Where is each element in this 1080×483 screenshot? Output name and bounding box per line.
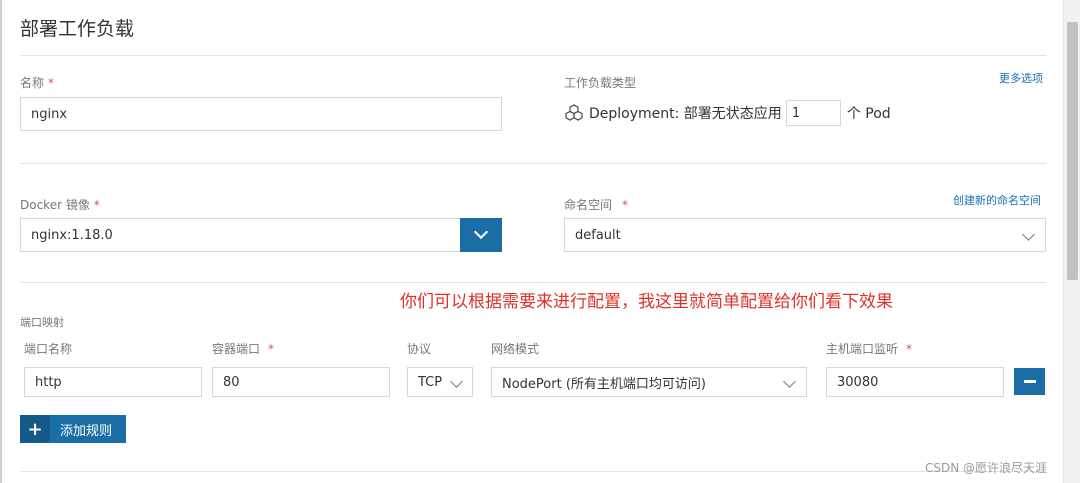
window-left-edge	[0, 0, 2, 483]
namespace-label: 命名空间 *	[564, 198, 629, 212]
network-mode-select[interactable]: NodePort (所有主机端口均可访问)	[491, 367, 807, 397]
port-name-value: http	[35, 374, 62, 390]
chevron-down-icon	[783, 375, 796, 388]
create-namespace-link[interactable]: 创建新的命名空间	[953, 192, 1041, 208]
divider	[20, 471, 1046, 472]
add-rule-button[interactable]: + 添加规则	[20, 415, 126, 443]
port-name-input[interactable]: http	[24, 367, 202, 397]
pod-unit-label: 个 Pod	[846, 106, 891, 122]
host-port-input[interactable]: 30080	[826, 367, 1004, 397]
pod-count-input[interactable]: 1	[785, 100, 841, 126]
divider	[20, 282, 1046, 283]
container-port-header: 容器端口 *	[212, 342, 275, 356]
container-port-input[interactable]: 80	[212, 367, 390, 397]
add-rule-label: 添加规则	[60, 423, 113, 439]
docker-image-label: Docker 镜像 *	[20, 198, 100, 212]
name-label: 名称 *	[20, 76, 55, 90]
docker-image-dropdown-button[interactable]	[460, 218, 502, 252]
page-title: 部署工作负载	[20, 18, 135, 40]
docker-image-input[interactable]: nginx:1.18.0	[20, 218, 462, 252]
cubes-icon	[564, 103, 584, 123]
workload-type-label: 工作负载类型	[564, 76, 637, 90]
chevron-down-icon	[473, 224, 489, 240]
protocol-value: TCP	[418, 374, 443, 390]
chevron-down-icon	[1022, 228, 1035, 241]
divider	[20, 163, 1046, 164]
minus-icon	[1023, 380, 1036, 383]
divider	[20, 55, 1046, 56]
chevron-down-icon	[450, 375, 463, 388]
plus-icon: +	[20, 415, 50, 443]
port-mapping-label: 端口映射	[20, 316, 64, 329]
namespace-select[interactable]: default	[564, 218, 1046, 252]
workload-type-row: Deployment: 部署无状态应用 1 个 Pod	[564, 100, 891, 126]
namespace-select-value: default	[575, 227, 621, 243]
protocol-header: 协议	[407, 342, 432, 356]
name-input-value: nginx	[31, 106, 68, 122]
annotation-text: 你们可以根据需要来进行配置，我这里就简单配置给你们看下效果	[400, 292, 893, 312]
port-name-header: 端口名称	[24, 342, 73, 356]
name-input[interactable]: nginx	[20, 97, 502, 131]
workload-type-text: Deployment: 部署无状态应用	[589, 106, 782, 122]
container-port-value: 80	[223, 374, 240, 390]
vertical-scrollbar[interactable]	[1063, 0, 1080, 483]
host-port-header: 主机端口监听 *	[826, 342, 913, 356]
watermark: CSDN @愿许浪尽天涯	[925, 461, 1048, 475]
more-options-link[interactable]: 更多选项	[999, 70, 1043, 86]
scrollbar-thumb[interactable]	[1067, 22, 1078, 280]
network-mode-value: NodePort (所有主机端口均可访问)	[502, 376, 706, 392]
protocol-select[interactable]: TCP	[407, 367, 473, 397]
remove-rule-button[interactable]	[1014, 368, 1045, 395]
host-port-value: 30080	[837, 374, 879, 390]
docker-image-value: nginx:1.18.0	[31, 227, 113, 243]
network-mode-header: 网络模式	[491, 342, 540, 356]
